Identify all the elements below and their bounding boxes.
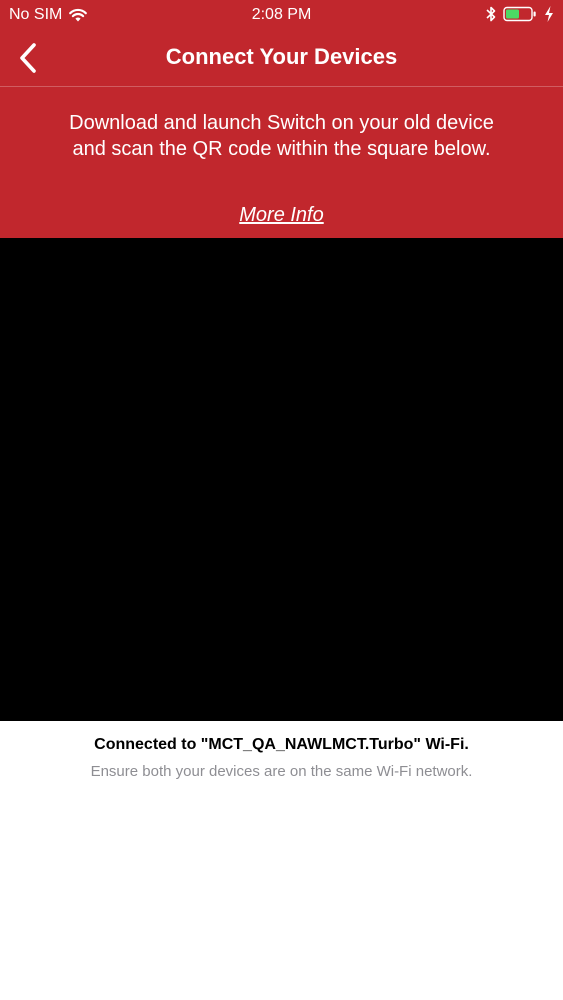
status-bar: No SIM 2:08 PM [0,0,563,30]
qr-scanner-camera-view[interactable] [0,238,563,721]
page-title: Connect Your Devices [165,44,398,69]
charging-bolt-icon [545,6,553,22]
more-info-container: More Info [0,204,563,227]
navigation-bar: Connect Your Devices [0,30,563,86]
bluetooth-icon [486,6,496,22]
instructions-text: Download and launch Switch on your old d… [69,112,494,160]
wifi-connection-hint: Ensure both your devices are on the same… [90,763,473,780]
more-info-link[interactable]: More Info [239,204,323,226]
nav-divider [0,86,563,87]
status-time: 2:08 PM [251,6,312,23]
battery-icon [503,6,536,22]
status-indicators [485,5,555,23]
wifi-connection-status: Connected to "MCT_QA_NAWLMCT.Turbo" Wi-F… [94,736,469,753]
